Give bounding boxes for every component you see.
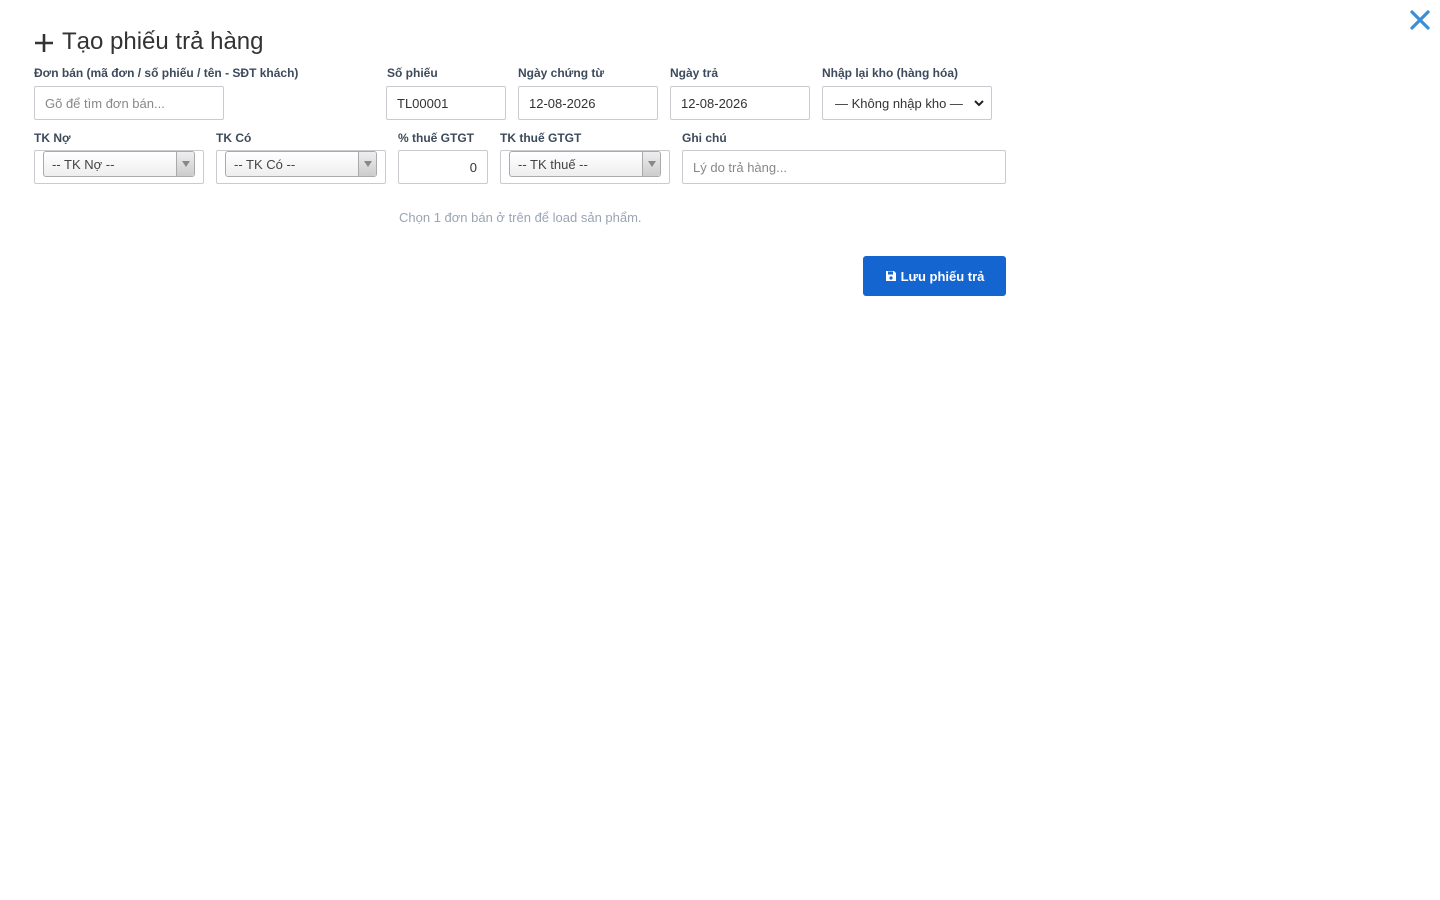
chevron-down-icon[interactable] (176, 152, 194, 176)
sales-order-search-input[interactable] (34, 86, 224, 120)
document-date-input[interactable] (518, 86, 658, 120)
return-voucher-dialog: Tạo phiếu trả hàng Đơn bán (mã đơn / số … (0, 0, 1440, 900)
credit-account-label: TK Có (216, 131, 252, 145)
debit-account-label: TK Nợ (34, 131, 71, 145)
credit-account-combobox[interactable]: -- TK Có -- (225, 151, 377, 177)
vat-account-combobox[interactable]: -- TK thuế -- (509, 151, 661, 177)
note-input[interactable] (682, 150, 1006, 184)
chevron-down-icon[interactable] (642, 152, 660, 176)
vat-account-label: TK thuế GTGT (500, 131, 582, 145)
restock-select-value: — Không nhập kho — (835, 95, 963, 111)
return-date-input[interactable] (670, 86, 810, 120)
credit-account-field: -- TK Có -- (216, 150, 386, 184)
debit-account-field: -- TK Nợ -- (34, 150, 204, 184)
note-label: Ghi chú (682, 131, 727, 145)
document-date-label: Ngày chứng từ (518, 66, 605, 80)
restock-label: Nhập lại kho (hàng hóa) (822, 66, 959, 80)
save-return-button[interactable]: Lưu phiếu trả (863, 256, 1006, 296)
save-icon (885, 270, 897, 282)
credit-account-value: -- TK Có -- (234, 156, 296, 172)
close-icon[interactable] (1408, 8, 1432, 32)
vat-rate-label: % thuế GTGT (398, 131, 474, 145)
save-return-button-label: Lưu phiếu trả (900, 268, 985, 284)
dialog-title: Tạo phiếu trả hàng (34, 27, 263, 57)
restock-select[interactable]: — Không nhập kho — (822, 86, 992, 120)
chevron-down-icon[interactable] (358, 152, 376, 176)
empty-products-hint: Chọn 1 đơn bán ở trên để load sản phẩm. (399, 210, 642, 225)
vat-rate-input[interactable] (398, 150, 488, 184)
debit-account-combobox[interactable]: -- TK Nợ -- (43, 151, 195, 177)
voucher-no-label: Số phiếu (387, 66, 438, 80)
debit-account-value: -- TK Nợ -- (52, 156, 115, 172)
vat-account-value: -- TK thuế -- (518, 156, 588, 172)
return-date-label: Ngày trả (670, 66, 719, 80)
vat-account-field: -- TK thuế -- (500, 150, 670, 184)
chevron-down-icon (971, 95, 987, 111)
voucher-no-input[interactable] (386, 86, 506, 120)
dialog-title-text: Tạo phiếu trả hàng (62, 28, 264, 55)
plus-icon (34, 32, 54, 52)
sales-order-label: Đơn bán (mã đơn / số phiếu / tên - SĐT k… (34, 66, 299, 80)
